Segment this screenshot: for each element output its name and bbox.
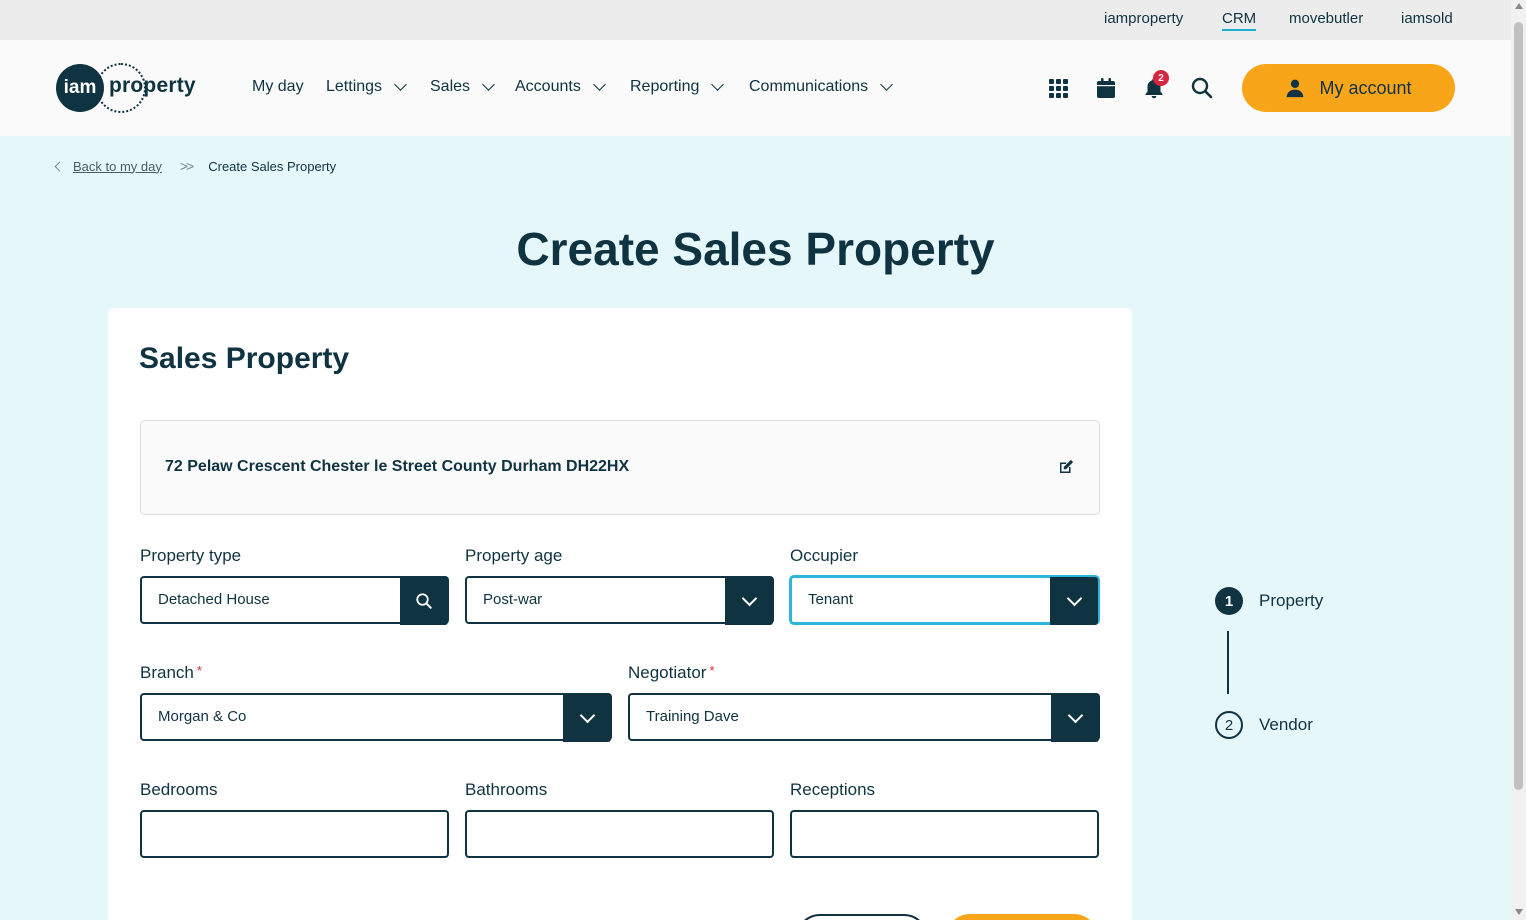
nav-my-day-label: My day [252, 78, 304, 95]
nav-communications[interactable]: Communications [749, 78, 894, 96]
my-account-button[interactable]: My account [1242, 64, 1455, 112]
branch-dropdown-button[interactable] [563, 694, 611, 742]
nav-accounts-label: Accounts [515, 78, 581, 95]
occupier-label: Occupier [790, 546, 859, 565]
nav-sales-label: Sales [430, 78, 471, 95]
user-icon [1287, 79, 1304, 98]
branch-label: Branch * [140, 663, 202, 683]
property-age-dropdown-button[interactable] [725, 577, 773, 625]
bedrooms-label: Bedrooms [140, 780, 218, 799]
my-account-label: My account [1319, 77, 1412, 98]
property-type-value: Detached House [158, 591, 270, 608]
property-type-search-button[interactable] [400, 577, 448, 625]
search-icon[interactable] [1190, 76, 1214, 100]
scroll-down-arrow-icon[interactable] [1515, 909, 1523, 915]
breadcrumb-current: Create Sales Property [208, 158, 337, 174]
bathrooms-label: Bathrooms [465, 780, 548, 799]
step-1-label: Property [1259, 591, 1324, 610]
breadcrumb-back-link[interactable]: Back to my day [73, 159, 162, 174]
chevron-left-icon [54, 161, 65, 171]
calendar-icon[interactable] [1094, 76, 1118, 100]
negotiator-select[interactable]: Training Dave [628, 693, 1100, 742]
search-icon [416, 593, 432, 609]
step-2-number: 2 [1215, 711, 1243, 739]
address-text: 72 Pelaw Crescent Chester le Street Coun… [165, 458, 630, 475]
logo-word: property [109, 74, 196, 97]
utility-link-crm[interactable]: CRM [1222, 10, 1257, 31]
chevron-down-icon [592, 78, 606, 91]
nav-accounts[interactable]: Accounts [515, 78, 606, 96]
chevron-down-icon [711, 78, 725, 91]
stepper-connector [1227, 631, 1229, 694]
bedrooms-input[interactable] [140, 810, 449, 858]
occupier-select[interactable]: Tenant [790, 576, 1099, 625]
nav-lettings-label: Lettings [326, 78, 383, 95]
apps-grid-icon[interactable] [1046, 76, 1070, 100]
nav-communications-label: Communications [749, 78, 869, 95]
branch-value: Morgan & Co [158, 708, 247, 725]
card-title: Sales Property [139, 342, 350, 375]
secondary-action-button[interactable] [796, 914, 928, 920]
breadcrumb: Back to my day >> Create Sales Property [54, 158, 337, 174]
utility-link-iamproperty[interactable]: iamproperty [1104, 10, 1183, 27]
branch-select[interactable]: Morgan & Co [140, 693, 612, 742]
bathrooms-input[interactable] [465, 810, 774, 858]
address-box: 72 Pelaw Crescent Chester le Street Coun… [140, 420, 1100, 515]
notification-badge: 2 [1153, 70, 1169, 86]
chevron-down-icon [741, 590, 757, 606]
utility-link-movebutler[interactable]: movebutler [1289, 10, 1363, 27]
primary-action-button[interactable] [946, 914, 1098, 920]
edit-icon[interactable] [1057, 458, 1075, 476]
scroll-up-arrow-icon[interactable] [1515, 3, 1523, 9]
sales-property-card: Sales Property 72 Pelaw Crescent Chester… [108, 308, 1132, 920]
chevron-down-icon [482, 78, 495, 91]
main-header: iam property My day Lettings Sales Accou… [0, 40, 1511, 136]
required-marker: * [196, 663, 202, 678]
receptions-label: Receptions [790, 780, 876, 799]
property-age-select[interactable]: Post-war [465, 576, 774, 625]
chevron-down-icon [1066, 590, 1082, 606]
page-scrollbar[interactable] [1511, 0, 1526, 920]
branch-label-text: Branch [140, 663, 194, 682]
page-title: Create Sales Property [516, 223, 995, 275]
property-age-label: Property age [465, 546, 563, 565]
nav-sales[interactable]: Sales [430, 78, 495, 96]
scroll-thumb[interactable] [1514, 22, 1523, 790]
property-type-label: Property type [140, 546, 242, 565]
chevron-down-icon [880, 78, 894, 91]
property-age-value: Post-war [483, 591, 543, 608]
required-marker: * [709, 663, 715, 678]
negotiator-label-text: Negotiator [628, 663, 707, 682]
chevron-down-icon [1067, 707, 1083, 723]
chevron-down-icon [579, 707, 595, 723]
logo-circle: iam [56, 64, 104, 112]
step-1-number: 1 [1215, 587, 1243, 615]
utility-bar: iamproperty CRM movebutler iamsold [0, 0, 1511, 40]
step-property[interactable]: 1 Property [1215, 587, 1323, 615]
occupier-dropdown-button[interactable] [1050, 577, 1098, 625]
negotiator-dropdown-button[interactable] [1051, 694, 1099, 742]
double-chevron-right-icon: >> [179, 158, 194, 174]
nav-my-day[interactable]: My day [252, 78, 304, 96]
receptions-input[interactable] [790, 810, 1099, 858]
step-2-label: Vendor [1259, 715, 1313, 734]
occupier-value: Tenant [808, 591, 854, 608]
iamproperty-logo[interactable]: iam property [56, 62, 216, 114]
chevron-down-icon [394, 78, 407, 91]
utility-link-iamsold[interactable]: iamsold [1401, 10, 1453, 27]
nav-lettings[interactable]: Lettings [326, 78, 407, 96]
negotiator-label: Negotiator * [628, 663, 715, 683]
nav-reporting[interactable]: Reporting [630, 78, 725, 96]
negotiator-value: Training Dave [646, 708, 739, 725]
nav-reporting-label: Reporting [630, 78, 700, 95]
step-vendor[interactable]: 2 Vendor [1215, 711, 1313, 739]
property-type-field[interactable]: Detached House [140, 576, 449, 625]
